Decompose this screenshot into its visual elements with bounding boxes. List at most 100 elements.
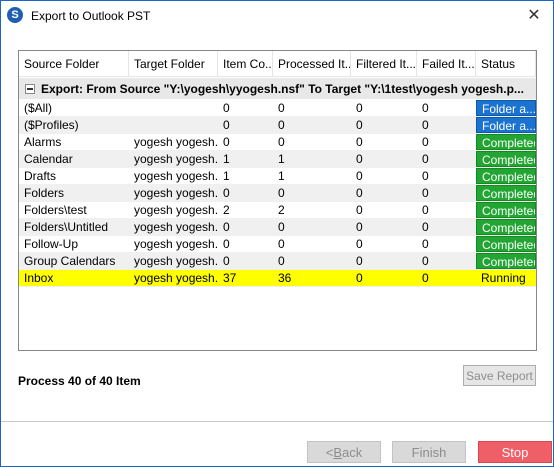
back-mnemonic: B — [333, 444, 343, 460]
cell-target-folder: yogesh yogesh... — [134, 169, 218, 183]
cell-target-folder: yogesh yogesh... — [134, 186, 218, 200]
cell-target-folder — [129, 100, 218, 116]
save-report-button[interactable]: Save Report — [463, 365, 536, 386]
cell-item-count: 0 — [223, 101, 230, 115]
cell-processed-items: 0 — [278, 220, 285, 234]
cell-filtered-items: 0 — [356, 271, 363, 285]
cell-item-count: 0 — [223, 254, 230, 268]
cell-filtered-items: 0 — [356, 254, 363, 268]
status-badge: Completed — [476, 236, 536, 252]
finish-button[interactable]: Finish — [392, 441, 466, 463]
cell-filtered-items: 0 — [356, 152, 363, 166]
status-badge: Folder a... — [476, 117, 536, 133]
cell-filtered-items: 0 — [356, 186, 363, 200]
table-row[interactable]: ($Profiles) 0 0 0 0 Folder a... — [19, 117, 536, 134]
close-icon: ✕ — [527, 7, 541, 24]
cell-source-folder: Drafts — [24, 169, 57, 183]
cell-failed-items: 0 — [422, 101, 429, 115]
cell-processed-items: 36 — [278, 271, 292, 285]
cell-source-folder: Follow-Up — [24, 237, 79, 251]
export-grid[interactable]: Source Folder Target Folder Item Co... P… — [18, 50, 537, 351]
table-row[interactable]: Inbox yogesh yogesh... 37 36 0 0 Running — [19, 270, 536, 287]
cell-failed-items: 0 — [422, 220, 429, 234]
cell-failed-items: 0 — [422, 152, 429, 166]
cell-processed-items: 1 — [278, 169, 285, 183]
collapse-icon[interactable] — [25, 83, 35, 94]
cell-filtered-items: 0 — [356, 220, 363, 234]
status-badge: Folder a... — [476, 100, 536, 116]
column-header-item-count[interactable]: Item Co... — [218, 51, 273, 77]
cell-item-count: 0 — [223, 135, 230, 149]
cell-failed-items: 0 — [422, 254, 429, 268]
cell-filtered-items: 0 — [356, 118, 363, 132]
cell-item-count: 1 — [223, 152, 230, 166]
cell-source-folder: Folders — [24, 186, 65, 200]
close-button[interactable]: ✕ — [523, 4, 545, 26]
cell-processed-items: 0 — [278, 135, 285, 149]
table-row[interactable]: Follow-Up yogesh yogesh... 0 0 0 0 Completed — [19, 236, 536, 253]
column-header-failed-items[interactable]: Failed It... — [417, 51, 476, 77]
cell-item-count: 0 — [223, 220, 230, 234]
status-badge: Completed — [476, 219, 536, 235]
cell-target-folder: yogesh yogesh... — [134, 254, 218, 268]
cell-item-count: 0 — [223, 186, 230, 200]
cell-source-folder: Folders\Untitled — [24, 220, 109, 234]
cell-target-folder: yogesh yogesh... — [134, 152, 218, 166]
cell-source-folder: ($All) — [24, 101, 53, 115]
cell-processed-items: 0 — [278, 186, 285, 200]
stop-button[interactable]: Stop — [478, 441, 552, 463]
cell-target-folder: yogesh yogesh... — [134, 220, 218, 234]
table-row[interactable]: Alarms yogesh yogesh... 0 0 0 0 Completed — [19, 134, 536, 151]
cell-failed-items: 0 — [422, 271, 429, 285]
cell-item-count: 37 — [223, 271, 237, 285]
table-row[interactable]: Folders\Untitled yogesh yogesh... 0 0 0 0 Comp… — [19, 219, 536, 236]
back-prefix: < — [325, 444, 334, 460]
app-logo-icon: S — [7, 7, 23, 23]
cell-processed-items: 1 — [278, 152, 285, 166]
cell-source-folder: Inbox — [24, 271, 54, 285]
cell-source-folder: Alarms — [24, 135, 62, 149]
cell-target-folder: yogesh yogesh... — [134, 135, 218, 149]
back-rest: ack — [342, 444, 363, 460]
table-row[interactable]: Drafts yogesh yogesh... 1 1 0 0 Completed — [19, 168, 536, 185]
column-header-processed-items[interactable]: Processed It... — [273, 51, 351, 77]
column-header-filtered-items[interactable]: Filtered It... — [351, 51, 417, 77]
column-header-source-folder[interactable]: Source Folder — [19, 51, 129, 77]
window-title: Export to Outlook PST — [31, 9, 151, 23]
status-badge: Completed — [476, 253, 536, 269]
status-badge: Running — [481, 271, 526, 285]
status-badge: Completed — [476, 185, 536, 201]
cell-filtered-items: 0 — [356, 169, 363, 183]
cell-failed-items: 0 — [422, 135, 429, 149]
cell-target-folder — [129, 117, 218, 133]
cell-target-folder: yogesh yogesh... — [134, 237, 218, 251]
group-row[interactable]: Export: From Source "Y:\yogesh\yyogesh.n… — [19, 78, 536, 99]
cell-failed-items: 0 — [422, 118, 429, 132]
table-row[interactable]: Calendar yogesh yogesh... 1 1 0 0 Completed — [19, 151, 536, 168]
status-badge: Completed — [476, 168, 536, 184]
cell-processed-items: 0 — [278, 118, 285, 132]
table-row[interactable]: Group Calendars yogesh yogesh... 0 0 0 0 Compl… — [19, 253, 536, 270]
cell-processed-items: 0 — [278, 254, 285, 268]
cell-filtered-items: 0 — [356, 237, 363, 251]
footer-bar — [1, 422, 553, 466]
cell-item-count: 0 — [223, 118, 230, 132]
back-button[interactable]: < Back — [307, 441, 381, 463]
cell-item-count: 0 — [223, 237, 230, 251]
status-badge: Completed — [476, 151, 536, 167]
cell-processed-items: 0 — [278, 237, 285, 251]
cell-failed-items: 0 — [422, 237, 429, 251]
table-row[interactable]: ($All) 0 0 0 0 Folder a... — [19, 100, 536, 117]
export-dialog: S Export to Outlook PST ✕ Source Folder … — [0, 0, 554, 467]
progress-text: Process 40 of 40 Item — [18, 374, 141, 388]
table-row[interactable]: Folders yogesh yogesh... 0 0 0 0 Completed — [19, 185, 536, 202]
cell-target-folder: yogesh yogesh... — [134, 271, 218, 285]
cell-processed-items: 0 — [278, 101, 285, 115]
status-badge: Completed — [476, 134, 536, 150]
cell-processed-items: 2 — [278, 203, 285, 217]
table-row[interactable]: Folders\test yogesh yogesh... 2 2 0 0 Complete… — [19, 202, 536, 219]
column-header-status[interactable]: Status — [476, 51, 536, 77]
cell-item-count: 1 — [223, 169, 230, 183]
column-header-target-folder[interactable]: Target Folder — [129, 51, 218, 77]
grid-header: Source Folder Target Folder Item Co... P… — [19, 51, 536, 77]
